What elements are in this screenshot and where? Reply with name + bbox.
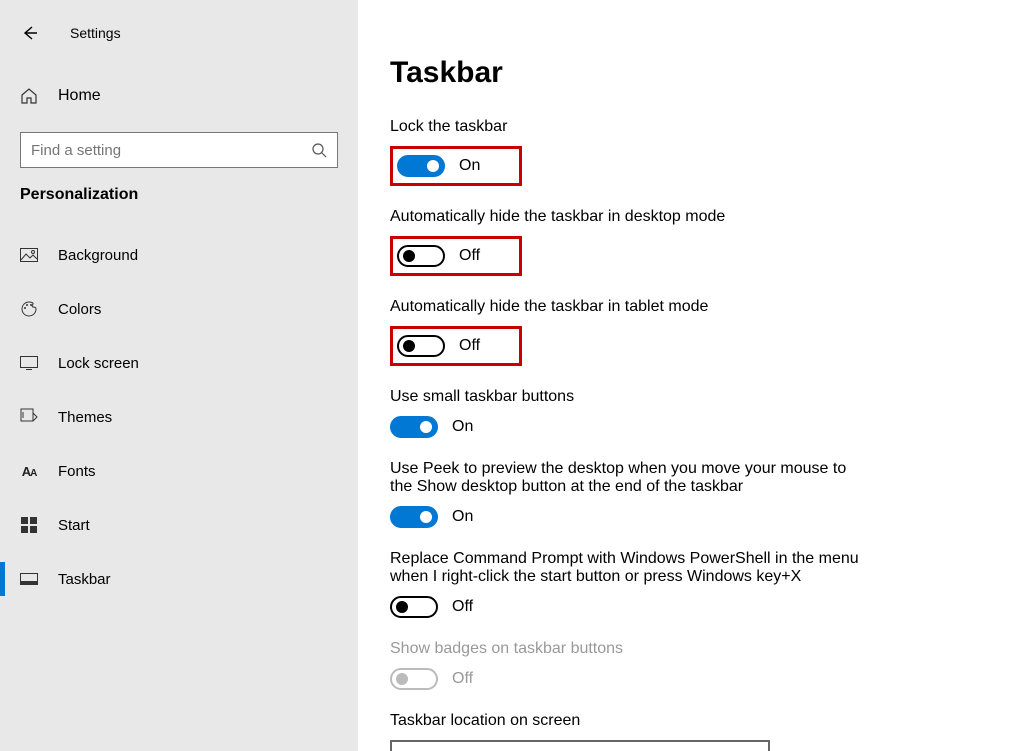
nav-item-taskbar[interactable]: Taskbar [0, 552, 358, 606]
nav-item-start[interactable]: Start [0, 498, 358, 552]
setting-label: Use small taskbar buttons [390, 388, 870, 406]
setting-lock-taskbar: Lock the taskbar On [390, 118, 992, 186]
back-icon[interactable] [20, 23, 40, 43]
home-nav[interactable]: Home [0, 76, 358, 116]
setting-peek: Use Peek to preview the desktop when you… [390, 460, 992, 528]
app-title: Settings [70, 25, 121, 41]
toggle-peek[interactable] [390, 506, 438, 528]
nav-label: Start [58, 517, 90, 534]
image-icon [18, 248, 40, 262]
search-box[interactable] [20, 132, 338, 168]
nav-item-themes[interactable]: Themes [0, 390, 358, 444]
setting-hide-tablet: Automatically hide the taskbar in tablet… [390, 298, 992, 366]
nav-list: Background Colors Lock screen Themes AA … [0, 228, 358, 606]
start-icon [18, 517, 40, 533]
taskbar-icon [18, 573, 40, 585]
nav-label: Lock screen [58, 355, 139, 372]
toggle-state: Off [459, 247, 480, 265]
toggle-state: On [459, 157, 480, 175]
highlight-box: Off [390, 236, 522, 276]
toggle-hide-tablet[interactable] [397, 335, 445, 357]
nav-label: Fonts [58, 463, 96, 480]
setting-small-buttons: Use small taskbar buttons On [390, 388, 992, 438]
page-title: Taskbar [390, 56, 992, 90]
home-label: Home [58, 87, 101, 105]
nav-label: Themes [58, 409, 112, 426]
setting-location: Taskbar location on screen Bottom [390, 712, 992, 751]
taskbar-location-select[interactable]: Bottom [390, 740, 770, 751]
search-icon [311, 142, 327, 158]
setting-hide-desktop: Automatically hide the taskbar in deskto… [390, 208, 992, 276]
nav-item-background[interactable]: Background [0, 228, 358, 282]
section-label: Personalization [20, 186, 358, 204]
nav-item-colors[interactable]: Colors [0, 282, 358, 336]
search-input[interactable] [31, 142, 271, 159]
setting-label: Automatically hide the taskbar in tablet… [390, 298, 870, 316]
toggle-state: On [452, 508, 473, 526]
theme-icon [18, 408, 40, 426]
setting-label: Show badges on taskbar buttons [390, 640, 870, 658]
setting-label: Use Peek to preview the desktop when you… [390, 460, 870, 496]
monitor-icon [18, 356, 40, 370]
setting-label: Automatically hide the taskbar in deskto… [390, 208, 870, 226]
palette-icon [18, 300, 40, 318]
toggle-badges [390, 668, 438, 690]
setting-label: Taskbar location on screen [390, 712, 870, 730]
setting-powershell: Replace Command Prompt with Windows Powe… [390, 550, 992, 618]
nav-item-lockscreen[interactable]: Lock screen [0, 336, 358, 390]
toggle-state: On [452, 418, 473, 436]
toggle-state: Off [452, 670, 473, 688]
toggle-lock-taskbar[interactable] [397, 155, 445, 177]
toggle-hide-desktop[interactable] [397, 245, 445, 267]
highlight-box: Off [390, 326, 522, 366]
setting-label: Replace Command Prompt with Windows Powe… [390, 550, 870, 586]
toggle-small-buttons[interactable] [390, 416, 438, 438]
setting-badges: Show badges on taskbar buttons Off [390, 640, 992, 690]
nav-item-fonts[interactable]: AA Fonts [0, 444, 358, 498]
font-icon: AA [18, 464, 40, 479]
toggle-state: Off [459, 337, 480, 355]
toggle-powershell[interactable] [390, 596, 438, 618]
nav-label: Taskbar [58, 571, 111, 588]
toggle-state: Off [452, 598, 473, 616]
nav-label: Colors [58, 301, 101, 318]
highlight-box: On [390, 146, 522, 186]
sidebar: Settings Home Personalization Background… [0, 0, 358, 751]
nav-label: Background [58, 247, 138, 264]
home-icon [18, 87, 40, 105]
setting-label: Lock the taskbar [390, 118, 870, 136]
main-content: Taskbar Lock the taskbar On Automaticall… [358, 0, 1024, 751]
